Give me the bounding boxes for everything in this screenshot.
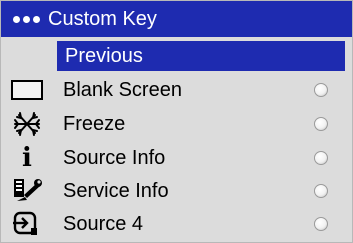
selected-option-label: Previous <box>65 44 143 67</box>
custom-key-menu: Custom Key Previous Blank Screen Freeze … <box>0 0 353 243</box>
blank-screen-icon <box>1 74 53 106</box>
selected-option-previous[interactable]: Previous <box>57 41 345 71</box>
option-blank-screen[interactable]: Blank Screen <box>1 74 352 106</box>
option-source-info[interactable]: i Source Info <box>1 142 352 174</box>
freeze-icon <box>1 108 53 140</box>
radio-service-info[interactable] <box>314 184 328 198</box>
option-label-service-info: Service Info <box>63 179 169 202</box>
radio-source-info[interactable] <box>314 151 328 165</box>
three-dots-icon <box>13 15 40 23</box>
source-input-icon <box>1 208 53 240</box>
option-source-4[interactable]: Source 4 <box>1 208 352 240</box>
service-icon <box>1 175 53 207</box>
option-label-blank-screen: Blank Screen <box>63 78 182 101</box>
info-icon: i <box>22 143 32 173</box>
radio-source-4[interactable] <box>314 217 328 231</box>
radio-blank-screen[interactable] <box>314 83 328 97</box>
radio-freeze[interactable] <box>314 117 328 131</box>
option-service-info[interactable]: Service Info <box>1 175 352 207</box>
option-label-source-info: Source Info <box>63 146 166 169</box>
menu-header: Custom Key <box>1 1 352 37</box>
option-freeze[interactable]: Freeze <box>1 108 352 140</box>
option-label-source-4: Source 4 <box>63 212 144 235</box>
menu-title: Custom Key <box>48 7 157 30</box>
option-label-freeze: Freeze <box>63 112 126 135</box>
